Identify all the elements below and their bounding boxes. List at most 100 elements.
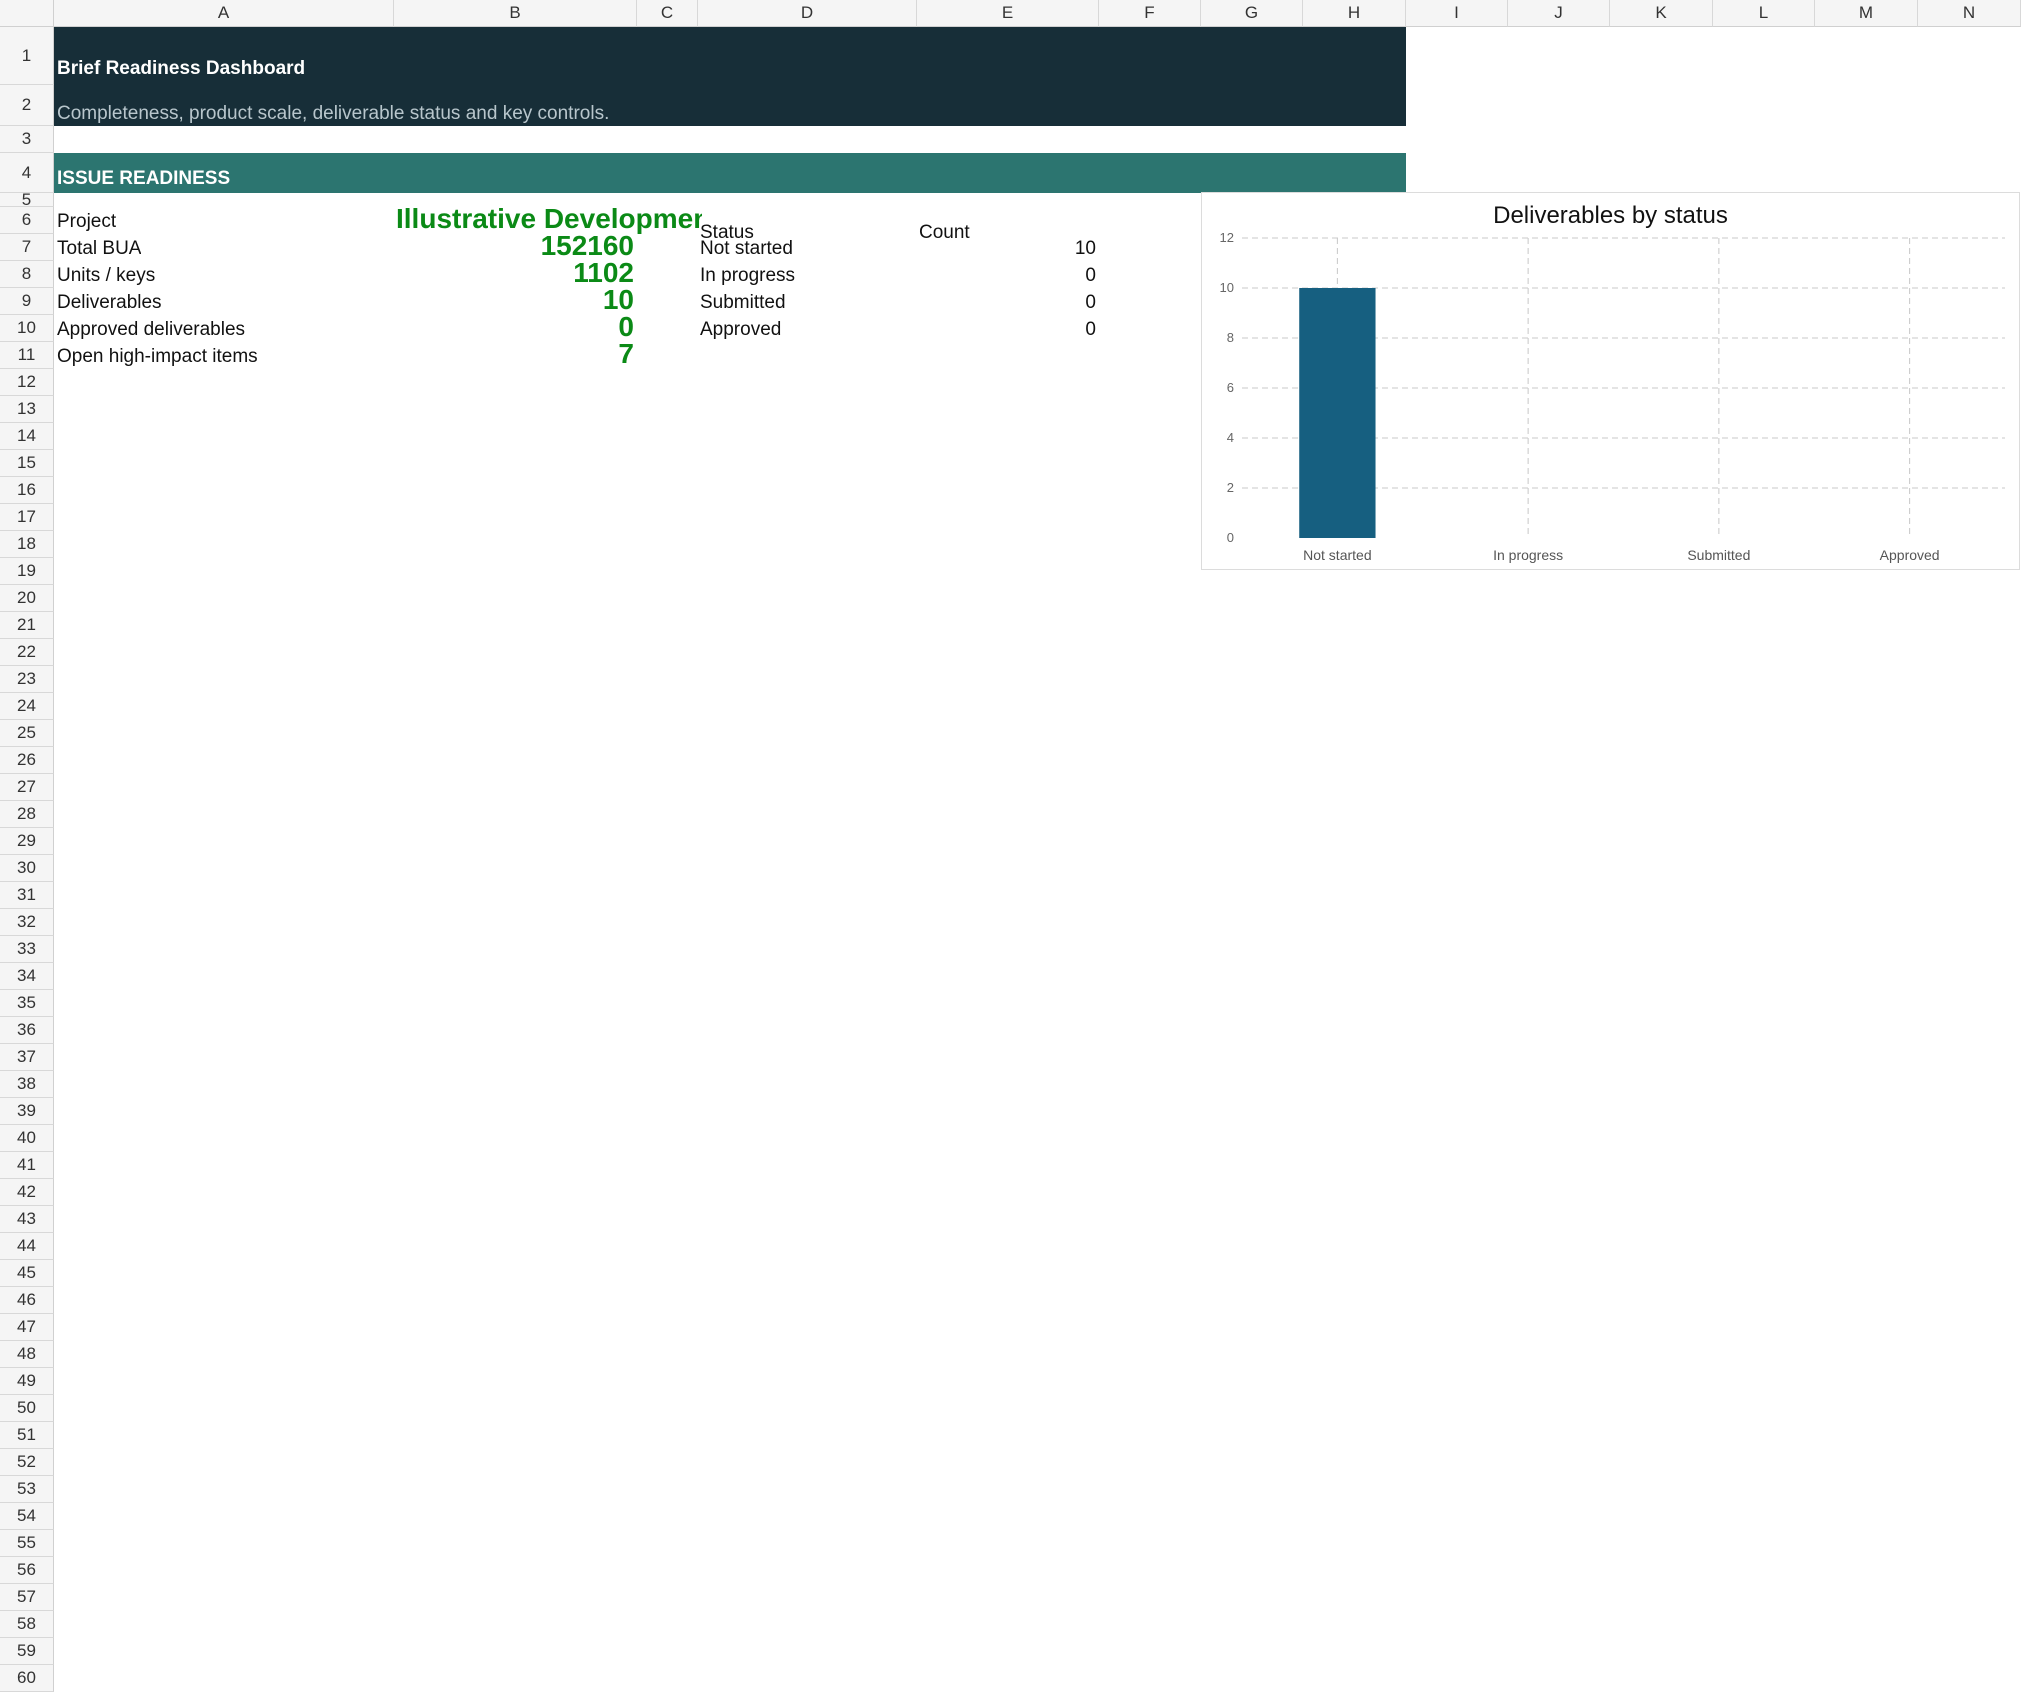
row-header-60[interactable]: 60: [0, 1665, 54, 1692]
row-header-49[interactable]: 49: [0, 1368, 54, 1395]
column-header-n[interactable]: N: [1918, 0, 2021, 27]
dashboard-title[interactable]: Brief Readiness Dashboard: [57, 58, 305, 80]
status-label[interactable]: Approved: [700, 319, 781, 341]
column-header-f[interactable]: F: [1099, 0, 1201, 27]
row-header-47[interactable]: 47: [0, 1314, 54, 1341]
section-heading[interactable]: ISSUE READINESS: [57, 168, 230, 190]
column-header-l[interactable]: L: [1713, 0, 1815, 27]
status-count[interactable]: 0: [919, 292, 1096, 314]
kpi-label[interactable]: Open high-impact items: [57, 346, 258, 368]
row-header-34[interactable]: 34: [0, 963, 54, 990]
row-header-51[interactable]: 51: [0, 1422, 54, 1449]
column-header-c[interactable]: C: [637, 0, 698, 27]
row-header-43[interactable]: 43: [0, 1206, 54, 1233]
row-header-58[interactable]: 58: [0, 1611, 54, 1638]
row-header-26[interactable]: 26: [0, 747, 54, 774]
row-header-6[interactable]: 6: [0, 207, 54, 234]
row-header-21[interactable]: 21: [0, 612, 54, 639]
row-header-3[interactable]: 3: [0, 126, 54, 153]
column-header-e[interactable]: E: [917, 0, 1099, 27]
status-label[interactable]: In progress: [700, 265, 795, 287]
column-header-g[interactable]: G: [1201, 0, 1303, 27]
row-header-55[interactable]: 55: [0, 1530, 54, 1557]
kpi-label[interactable]: Project: [57, 211, 116, 233]
row-header-46[interactable]: 46: [0, 1287, 54, 1314]
kpi-label[interactable]: Total BUA: [57, 238, 141, 260]
row-header-40[interactable]: 40: [0, 1125, 54, 1152]
y-tick-label: 4: [1227, 430, 1234, 445]
column-header-h[interactable]: H: [1303, 0, 1406, 27]
row-header-23[interactable]: 23: [0, 666, 54, 693]
kpi-value[interactable]: 7: [396, 338, 634, 370]
row-header-30[interactable]: 30: [0, 855, 54, 882]
status-label[interactable]: Submitted: [700, 292, 786, 314]
row-header-56[interactable]: 56: [0, 1557, 54, 1584]
row-header-7[interactable]: 7: [0, 234, 54, 261]
row-header-57[interactable]: 57: [0, 1584, 54, 1611]
row-header-22[interactable]: 22: [0, 639, 54, 666]
row-header-24[interactable]: 24: [0, 693, 54, 720]
row-header-5[interactable]: 5: [0, 190, 54, 209]
row-header-17[interactable]: 17: [0, 504, 54, 531]
y-tick-label: 2: [1227, 480, 1234, 495]
row-header-9[interactable]: 9: [0, 288, 54, 315]
column-header-b[interactable]: B: [394, 0, 637, 27]
status-label[interactable]: Not started: [700, 238, 793, 260]
row-header-36[interactable]: 36: [0, 1017, 54, 1044]
row-header-13[interactable]: 13: [0, 396, 54, 423]
row-header-8[interactable]: 8: [0, 261, 54, 288]
row-header-53[interactable]: 53: [0, 1476, 54, 1503]
row-header-29[interactable]: 29: [0, 828, 54, 855]
row-header-35[interactable]: 35: [0, 990, 54, 1017]
y-tick-label: 8: [1227, 330, 1234, 345]
row-header-37[interactable]: 37: [0, 1044, 54, 1071]
y-tick-label: 10: [1220, 280, 1234, 295]
column-header-a[interactable]: A: [54, 0, 394, 27]
row-header-11[interactable]: 11: [0, 342, 54, 369]
row-header-33[interactable]: 33: [0, 936, 54, 963]
row-header-19[interactable]: 19: [0, 558, 54, 585]
status-count[interactable]: 0: [919, 319, 1096, 341]
row-header-28[interactable]: 28: [0, 801, 54, 828]
column-header-k[interactable]: K: [1610, 0, 1713, 27]
y-tick-label: 0: [1227, 530, 1234, 545]
deliverables-chart[interactable]: Deliverables by status 0 2 4 6 8 10 12 Not start…: [1201, 192, 2020, 570]
row-header-18[interactable]: 18: [0, 531, 54, 558]
row-header-54[interactable]: 54: [0, 1503, 54, 1530]
row-header-10[interactable]: 10: [0, 315, 54, 342]
row-header-52[interactable]: 52: [0, 1449, 54, 1476]
row-header-39[interactable]: 39: [0, 1098, 54, 1125]
row-header-14[interactable]: 14: [0, 423, 54, 450]
select-all-corner[interactable]: [0, 0, 54, 27]
row-header-59[interactable]: 59: [0, 1638, 54, 1665]
column-header-m[interactable]: M: [1815, 0, 1918, 27]
row-header-4[interactable]: 4: [0, 153, 54, 193]
column-header-j[interactable]: J: [1508, 0, 1610, 27]
row-header-1[interactable]: 1: [0, 27, 54, 85]
row-header-45[interactable]: 45: [0, 1260, 54, 1287]
row-header-38[interactable]: 38: [0, 1071, 54, 1098]
row-header-12[interactable]: 12: [0, 369, 54, 396]
row-header-48[interactable]: 48: [0, 1341, 54, 1368]
row-header-16[interactable]: 16: [0, 477, 54, 504]
row-header-27[interactable]: 27: [0, 774, 54, 801]
row-header-20[interactable]: 20: [0, 585, 54, 612]
status-count[interactable]: 10: [919, 238, 1096, 260]
y-tick-label: 12: [1220, 230, 1234, 245]
kpi-label[interactable]: Approved deliverables: [57, 319, 245, 341]
row-header-32[interactable]: 32: [0, 909, 54, 936]
status-count[interactable]: 0: [919, 265, 1096, 287]
row-header-31[interactable]: 31: [0, 882, 54, 909]
column-header-d[interactable]: D: [698, 0, 917, 27]
row-header-42[interactable]: 42: [0, 1179, 54, 1206]
kpi-label[interactable]: Units / keys: [57, 265, 155, 287]
row-header-15[interactable]: 15: [0, 450, 54, 477]
row-header-41[interactable]: 41: [0, 1152, 54, 1179]
row-header-44[interactable]: 44: [0, 1233, 54, 1260]
dashboard-subtitle[interactable]: Completeness, product scale, deliverable…: [57, 103, 609, 125]
row-header-2[interactable]: 2: [0, 85, 54, 126]
row-header-25[interactable]: 25: [0, 720, 54, 747]
kpi-label[interactable]: Deliverables: [57, 292, 162, 314]
column-header-i[interactable]: I: [1406, 0, 1508, 27]
row-header-50[interactable]: 50: [0, 1395, 54, 1422]
